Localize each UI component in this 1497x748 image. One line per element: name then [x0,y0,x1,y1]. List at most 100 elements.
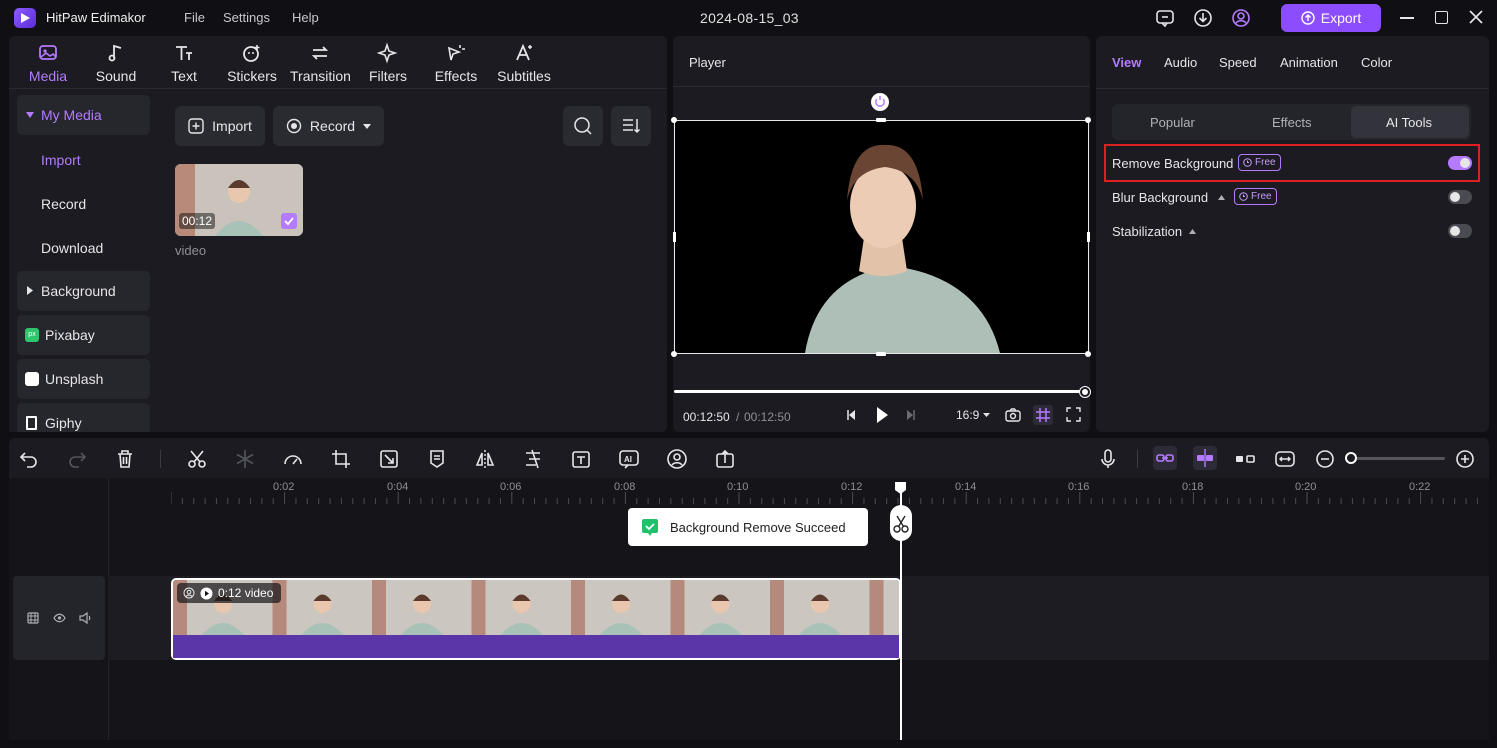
ruler-label: 0:04 [387,481,409,493]
sidebar-item-my-media[interactable]: My Media [17,95,150,135]
tab-sound[interactable]: Sound [86,42,146,88]
resize-handle[interactable] [671,351,677,357]
media-duration: 00:12 [179,213,216,229]
tab-filters[interactable]: Filters [358,42,418,88]
next-frame-icon[interactable] [904,408,916,422]
search-button[interactable] [563,106,603,146]
sidebar-item-unsplash[interactable]: Unsplash [17,359,150,399]
split-icon[interactable] [186,448,208,470]
zoom-slider-knob[interactable] [1345,452,1357,464]
speed-icon[interactable] [282,448,304,470]
sidebar-item-download[interactable]: Download [41,240,103,256]
menu-file[interactable]: File [184,10,205,25]
previous-frame-icon[interactable] [846,408,858,422]
playhead-handle[interactable] [894,481,907,495]
tab-media[interactable]: Media [18,42,78,88]
resize-handle[interactable] [673,232,676,242]
tab-speed[interactable]: Speed [1219,55,1257,70]
crop-icon[interactable] [330,448,352,470]
caret-up-icon[interactable] [1218,195,1225,200]
undo-icon[interactable] [18,448,40,470]
music-note-icon [108,44,122,62]
segment-popular[interactable]: Popular [1150,115,1195,130]
aspect-ratio-select[interactable]: 16:9 [956,408,991,422]
export-button[interactable]: Export [1281,4,1381,32]
link-toggle[interactable] [1153,446,1177,470]
playback-progress[interactable] [674,390,1086,393]
progress-knob[interactable] [1080,387,1090,397]
tab-text[interactable]: Text [154,42,214,88]
tab-view[interactable]: View [1112,55,1141,70]
zoom-in-icon[interactable] [1454,448,1476,470]
resize-handle[interactable] [876,118,886,122]
blur-background-toggle[interactable] [1448,190,1472,204]
sidebar-item-background[interactable]: Background [17,271,150,311]
menu-settings[interactable]: Settings [223,10,270,25]
delete-icon[interactable] [114,448,136,470]
play-icon[interactable] [875,406,889,424]
account-icon[interactable] [1231,8,1251,28]
resize-handle[interactable] [671,117,677,123]
sidebar-item-record[interactable]: Record [41,196,86,212]
checkbox-checked-icon[interactable] [281,213,297,229]
feedback-icon[interactable] [1155,8,1175,28]
resize-handle[interactable] [876,352,886,356]
clip-audio-bar[interactable] [173,635,899,658]
split-view-icon[interactable] [1234,448,1256,470]
tab-subtitles[interactable]: Subtitles [494,42,554,88]
resize-handle[interactable] [1085,117,1091,123]
resize-handle[interactable] [1087,232,1090,242]
resize-clip-icon[interactable] [378,448,400,470]
track-video-icon[interactable] [27,612,39,624]
grid-toggle[interactable] [1033,405,1053,425]
text-align-icon[interactable] [522,448,544,470]
rotate-icon[interactable] [871,93,889,111]
export-clip-icon[interactable] [714,448,736,470]
eye-icon[interactable] [53,613,66,623]
menu-help[interactable]: Help [292,10,319,25]
download-icon[interactable] [1193,8,1213,28]
tab-color[interactable]: Color [1361,55,1392,70]
tab-animation[interactable]: Animation [1280,55,1338,70]
tab-transition[interactable]: Transition [290,42,351,88]
fullscreen-icon[interactable] [1066,407,1081,422]
ruler-label: 0:02 [273,481,295,493]
fit-timeline-icon[interactable] [1274,448,1296,470]
snap-toggle[interactable] [1193,446,1217,470]
split-at-playhead-button[interactable] [890,505,912,541]
maximize-icon[interactable] [1435,11,1448,24]
remove-background-tool-icon[interactable] [666,448,688,470]
speaker-icon[interactable] [79,612,92,624]
media-item-label: video [175,243,207,258]
marker-icon[interactable] [426,448,448,470]
giphy-icon [26,416,37,430]
microphone-icon[interactable] [1097,448,1119,470]
sidebar-item-import[interactable]: Import [41,152,81,168]
sidebar-item-pixabay[interactable]: px Pixabay [17,315,150,355]
tab-audio[interactable]: Audio [1164,55,1197,70]
segment-effects[interactable]: Effects [1272,115,1312,130]
segment-ai-tools[interactable]: AI Tools [1386,115,1432,130]
tab-stickers[interactable]: Stickers [222,42,282,88]
ai-icon[interactable]: AI [618,448,640,470]
video-preview[interactable] [674,120,1089,354]
sidebar-item-giphy[interactable]: Giphy [17,403,150,432]
stabilization-toggle[interactable] [1448,224,1472,238]
minimize-icon[interactable] [1400,17,1414,19]
zoom-out-icon[interactable] [1314,448,1336,470]
tab-effects[interactable]: Effects [426,42,486,88]
snapshot-icon[interactable] [1005,408,1021,422]
resize-handle[interactable] [1085,351,1091,357]
import-button[interactable]: Import [175,106,265,146]
text-to-speech-icon[interactable] [570,448,592,470]
record-button[interactable]: Record [273,106,384,146]
tab-transition-label: Transition [290,68,351,84]
caret-down-icon [26,112,34,118]
sort-button[interactable] [611,106,651,146]
zoom-slider[interactable] [1345,457,1445,460]
close-icon[interactable] [1469,10,1483,24]
mirror-icon[interactable] [474,448,496,470]
redo-icon[interactable] [66,448,88,470]
caret-up-icon[interactable] [1189,229,1196,234]
freeze-icon[interactable] [234,448,256,470]
